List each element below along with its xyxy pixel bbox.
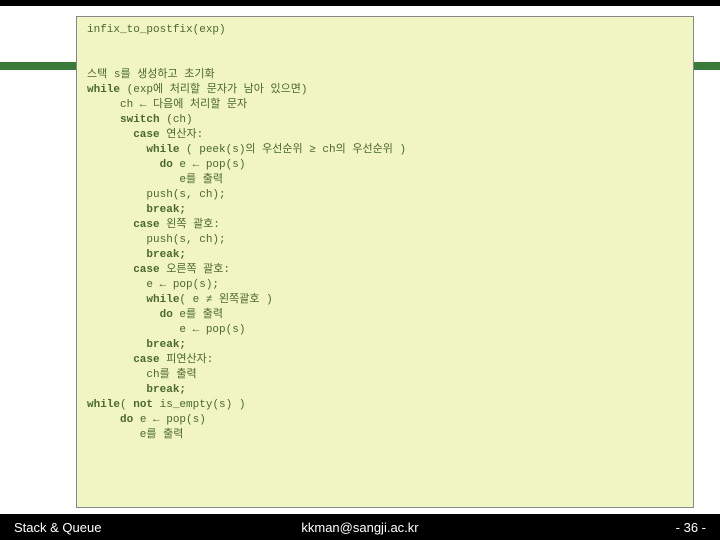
keyword-break: break;	[87, 249, 186, 261]
footer-center: kkman@sangji.ac.kr	[0, 520, 720, 535]
code-text: ( e ≠ 왼쪽괄호 )	[179, 294, 272, 306]
keyword-break: break;	[87, 339, 186, 351]
keyword-while: while	[87, 399, 120, 411]
keyword-break: break;	[87, 384, 186, 396]
code-text: 왼쪽 괄호:	[160, 219, 220, 231]
keyword-do: do	[87, 159, 173, 171]
keyword-case: case	[87, 129, 160, 141]
code-line: push(s, ch);	[87, 189, 226, 201]
keyword-switch: switch	[87, 114, 160, 126]
code-text: (	[120, 399, 133, 411]
code-text: (exp에 처리할 문자가 남아 있으면)	[120, 84, 307, 96]
keyword-case: case	[87, 219, 160, 231]
keyword-do: do	[87, 309, 173, 321]
keyword-not: not	[133, 399, 153, 411]
code-text: (ch)	[160, 114, 193, 126]
keyword-case: case	[87, 264, 160, 276]
code-text: e ← pop(s)	[133, 414, 206, 426]
code-text: 오른쪽 괄호:	[160, 264, 230, 276]
slide: infix_to_postfix(exp) 스택 s를 생성하고 초기화 whi…	[0, 0, 720, 540]
keyword-break: break;	[87, 204, 186, 216]
code-block: infix_to_postfix(exp) 스택 s를 생성하고 초기화 whi…	[87, 23, 693, 443]
footer-page-number: - 36 -	[676, 520, 706, 535]
code-line: e ← pop(s);	[87, 279, 219, 291]
code-line: ch를 출력	[87, 369, 197, 381]
code-box: infix_to_postfix(exp) 스택 s를 생성하고 초기화 whi…	[76, 16, 694, 508]
code-line: infix_to_postfix(exp)	[87, 24, 226, 36]
code-line: e를 출력	[87, 429, 183, 441]
footer: Stack & Queue kkman@sangji.ac.kr - 36 -	[0, 514, 720, 540]
keyword-while: while	[87, 294, 179, 306]
code-text: 피연산자:	[160, 354, 214, 366]
code-text: 연산자:	[160, 129, 204, 141]
top-black-bar	[0, 0, 720, 6]
code-line: push(s, ch);	[87, 234, 226, 246]
code-line: e ← pop(s)	[87, 324, 245, 336]
code-line: ch ← 다음에 처리할 문자	[87, 99, 247, 111]
keyword-while: while	[87, 84, 120, 96]
keyword-while: while	[87, 144, 179, 156]
code-text: e ← pop(s)	[173, 159, 246, 171]
code-text: is_empty(s) )	[153, 399, 245, 411]
code-text: ( peek(s)의 우선순위 ≥ ch의 우선순위 )	[179, 144, 406, 156]
code-line: e를 출력	[87, 174, 223, 186]
code-text: e를 출력	[173, 309, 223, 321]
keyword-do: do	[87, 414, 133, 426]
code-line: 스택 s를 생성하고 초기화	[87, 69, 215, 81]
keyword-case: case	[87, 354, 160, 366]
